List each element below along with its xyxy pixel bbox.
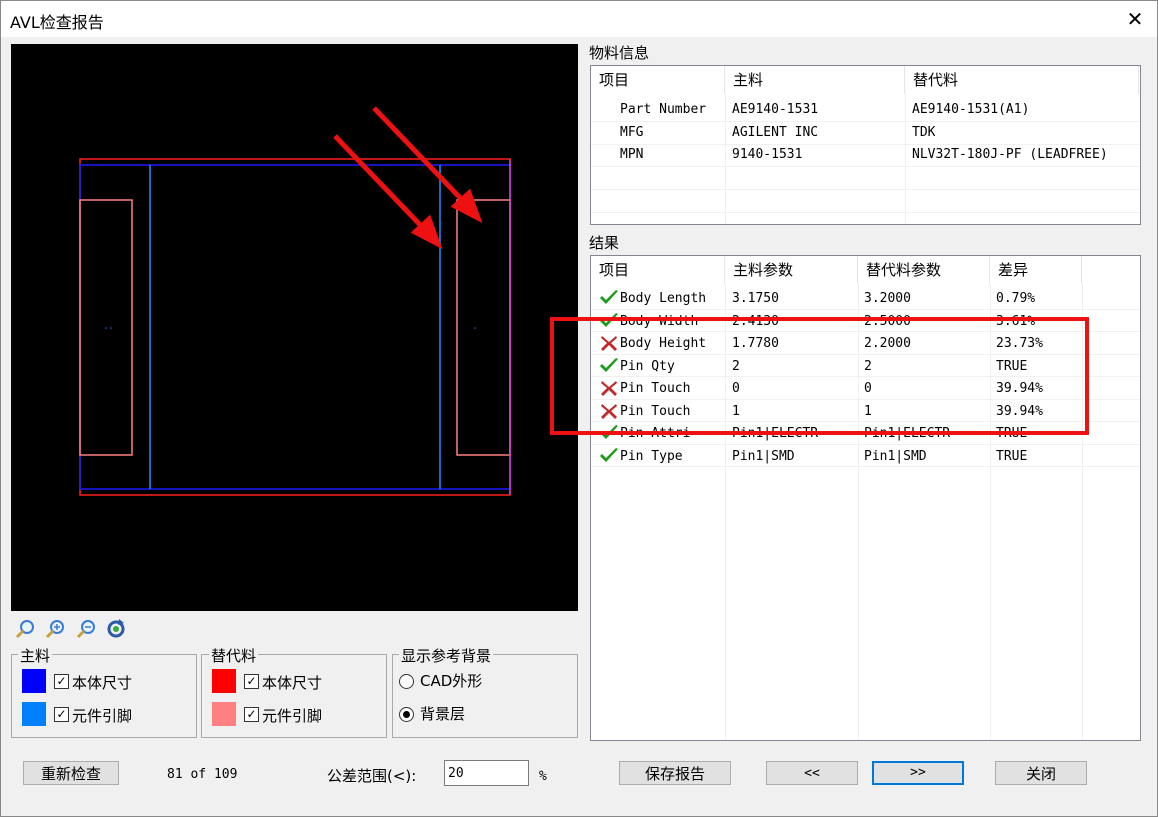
main-group-title: 主料 xyxy=(18,645,53,666)
material-header-alt[interactable]: 替代料 xyxy=(905,66,1139,94)
title-bar: AVL检查报告 ✕ xyxy=(1,1,1157,37)
zoom-in-icon[interactable] xyxy=(44,618,66,640)
alt-pin-color-swatch xyxy=(212,702,236,726)
result-item-cell: Body Length xyxy=(620,291,707,306)
next-button[interactable]: >> xyxy=(872,761,964,785)
save-report-button[interactable]: 保存报告 xyxy=(619,761,731,785)
highlight-annotation-box xyxy=(550,317,1089,435)
result-main-cell: Pin1|SMD xyxy=(732,449,795,464)
item-counter: 81 of 109 xyxy=(167,767,238,782)
result-diff-cell: 0.79% xyxy=(996,291,1036,306)
results-header-item[interactable]: 项目 xyxy=(591,256,725,284)
result-alt-cell: 3.2000 xyxy=(864,291,911,306)
material-info-title: 物料信息 xyxy=(589,44,650,62)
material-alt-value: TDK xyxy=(912,125,936,140)
zoom-out-icon[interactable] xyxy=(75,618,97,640)
material-info-table: 项目 主料 替代料 Part Number AE9140-1531 AE9140… xyxy=(590,65,1141,225)
main-body-outline xyxy=(79,164,511,490)
results-header-main[interactable]: 主料参数 xyxy=(725,256,858,284)
pass-check-icon xyxy=(600,448,618,462)
alt-pin-right xyxy=(456,199,511,456)
footprint-preview-canvas[interactable] xyxy=(11,44,578,611)
main-body-checkbox[interactable]: ✓ xyxy=(54,674,69,689)
alt-body-label: 本体尺寸 xyxy=(262,674,323,692)
results-header-diff[interactable]: 差异 xyxy=(990,256,1082,284)
alt-group-title: 替代料 xyxy=(209,645,259,666)
background-group xyxy=(392,654,578,738)
material-row-label: Part Number xyxy=(620,102,707,117)
pin-center-right xyxy=(474,327,476,329)
zoom-fit-icon[interactable] xyxy=(14,618,36,640)
tolerance-label: 公差范围(<): xyxy=(327,767,417,785)
background-layer-radio[interactable] xyxy=(399,707,414,722)
alt-body-color-swatch xyxy=(212,669,236,693)
result-diff-cell: TRUE xyxy=(996,449,1028,464)
tolerance-input[interactable] xyxy=(444,760,529,786)
recheck-button[interactable]: 重新检查 xyxy=(23,761,119,785)
tolerance-unit: % xyxy=(539,769,547,784)
alt-pin-checkbox[interactable]: ✓ xyxy=(244,707,259,722)
alt-body-checkbox[interactable]: ✓ xyxy=(244,674,259,689)
footprint-drawing xyxy=(79,106,511,496)
background-layer-label: 背景层 xyxy=(420,705,466,723)
material-alt-value: AE9140-1531(A1) xyxy=(912,102,1030,117)
material-row-label: MFG xyxy=(620,125,644,140)
main-pin-label: 元件引脚 xyxy=(72,707,133,725)
material-main-value: AE9140-1531 xyxy=(732,102,819,117)
cad-outline-label: CAD外形 xyxy=(420,672,483,690)
result-main-cell: 3.1750 xyxy=(732,291,779,306)
results-title: 结果 xyxy=(589,234,620,252)
previous-button[interactable]: << xyxy=(766,761,858,785)
main-body-label: 本体尺寸 xyxy=(72,674,133,692)
result-item-cell: Pin Type xyxy=(620,449,683,464)
results-header-alt[interactable]: 替代料参数 xyxy=(858,256,990,284)
pin-center-left xyxy=(105,327,107,329)
material-row-label: MPN xyxy=(620,147,644,162)
material-alt-value: NLV32T-180J-PF (LEADFREE) xyxy=(912,147,1108,162)
main-pin-checkbox[interactable]: ✓ xyxy=(54,707,69,722)
material-main-value: 9140-1531 xyxy=(732,147,803,162)
close-button[interactable]: 关闭 xyxy=(995,761,1087,785)
pass-check-icon xyxy=(600,290,618,304)
window-title: AVL检查报告 xyxy=(10,13,104,32)
refresh-icon[interactable] xyxy=(105,618,127,640)
cad-outline-radio[interactable] xyxy=(399,674,414,689)
material-header-main[interactable]: 主料 xyxy=(725,66,905,94)
alt-pin-label: 元件引脚 xyxy=(262,707,323,725)
material-header-item[interactable]: 项目 xyxy=(591,66,725,94)
main-pin-color-swatch xyxy=(22,702,46,726)
background-group-title: 显示参考背景 xyxy=(399,645,494,666)
close-window-icon[interactable]: ✕ xyxy=(1123,7,1147,31)
result-alt-cell: Pin1|SMD xyxy=(864,449,927,464)
material-main-value: AGILENT INC xyxy=(732,125,819,140)
main-body-color-swatch xyxy=(22,669,46,693)
alt-body-outline xyxy=(79,158,511,496)
avl-report-window: AVL检查报告 ✕ 主料 ✓ 本体尺寸 ✓ 元件引脚 替代料 ✓ 本体尺寸 ✓ … xyxy=(0,0,1158,817)
